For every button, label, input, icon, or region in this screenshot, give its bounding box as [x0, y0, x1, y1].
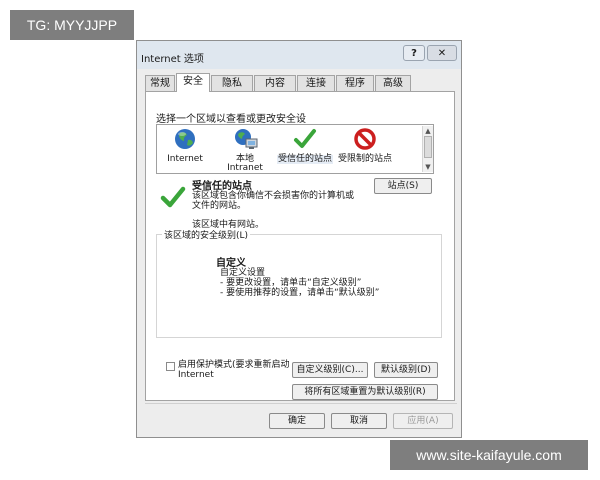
security-level-title: 该区域的安全级别(L)	[162, 228, 251, 241]
default-level-button[interactable]: 默认级别(D)	[374, 362, 438, 378]
help-button[interactable]: ?	[403, 45, 425, 61]
protected-mode-checkbox[interactable]	[166, 362, 175, 371]
selected-zone-description: 该区域包含你确信不会损害你的计算机或文件的网站。	[192, 191, 355, 211]
close-button[interactable]: ✕	[427, 45, 457, 61]
zone-restricted-sites[interactable]: 受限制的站点	[337, 125, 393, 173]
selected-zone-title: 受信任的站点	[192, 181, 252, 192]
zone-label: 受限制的站点	[337, 154, 392, 164]
protected-mode-label: 启用保护模式(要求重新启动 Internet	[178, 360, 290, 380]
zone-label: 本地 Intranet	[227, 154, 263, 173]
zone-trusted-sites[interactable]: 受信任的站点	[277, 125, 333, 173]
dialog-title: Internet 选项	[141, 54, 204, 65]
sites-button[interactable]: 站点(S)	[374, 178, 432, 194]
custom-desc-line: 自定义设置	[220, 268, 266, 278]
zone-list: Internet 本地 Intranet 受信任的站点 受限制的站点	[156, 124, 434, 174]
tab-connections[interactable]: 连接	[297, 75, 335, 91]
custom-desc-line: - 要更改设置，请单击“自定义级别”	[220, 278, 362, 288]
restricted-icon	[354, 128, 376, 150]
security-panel: 选择一个区域以查看或更改安全设 Internet 本地 Intranet 受信任…	[145, 91, 455, 401]
trusted-check-icon	[294, 129, 316, 148]
tab-security[interactable]: 安全	[176, 73, 210, 92]
custom-desc-line: - 要使用推荐的设置，请单击“默认级别”	[220, 288, 380, 298]
tab-programs[interactable]: 程序	[336, 75, 374, 91]
custom-level-title: 自定义	[216, 258, 246, 269]
zone-label: 受信任的站点	[277, 154, 333, 164]
scroll-up-icon[interactable]: ▲	[423, 126, 433, 136]
custom-level-button[interactable]: 自定义级别(C)...	[292, 362, 368, 378]
watermark-bottom-right: www.site-kaifayule.com	[390, 440, 588, 470]
ok-button[interactable]: 确定	[269, 413, 325, 429]
zone-local-intranet[interactable]: 本地 Intranet	[217, 125, 273, 173]
reset-all-zones-button[interactable]: 将所有区域重置为默认级别(R)	[292, 384, 438, 400]
scroll-down-icon[interactable]: ▼	[423, 162, 433, 172]
tab-general[interactable]: 常规	[145, 75, 175, 91]
scroll-thumb[interactable]	[424, 136, 432, 158]
trusted-check-icon	[160, 186, 186, 208]
zone-scrollbar[interactable]: ▲ ▼	[422, 126, 433, 172]
local-intranet-icon	[235, 129, 258, 149]
tab-privacy[interactable]: 隐私	[211, 75, 253, 91]
cancel-button[interactable]: 取消	[331, 413, 387, 429]
globe-icon	[175, 129, 195, 149]
footer-divider	[145, 403, 457, 404]
zone-prompt: 选择一个区域以查看或更改安全设	[156, 114, 306, 125]
zone-label: Internet	[167, 154, 203, 164]
tab-advanced[interactable]: 高级	[375, 75, 411, 91]
tab-content[interactable]: 内容	[254, 75, 296, 91]
custom-level-description: 自定义设置 - 要更改设置，请单击“自定义级别” - 要使用推荐的设置，请单击“…	[220, 268, 379, 298]
zone-internet[interactable]: Internet	[157, 125, 213, 173]
internet-options-dialog: Internet 选项 ? ✕ 常规 安全 隐私 内容 连接 程序 高级 选择一…	[136, 40, 462, 438]
watermark-top-left: TG: MYYJJPP	[10, 10, 134, 40]
title-bar: Internet 选项 ? ✕	[137, 41, 461, 69]
tab-strip: 常规 安全 隐私 内容 连接 程序 高级	[145, 73, 457, 92]
apply-button[interactable]: 应用(A)	[393, 413, 453, 429]
